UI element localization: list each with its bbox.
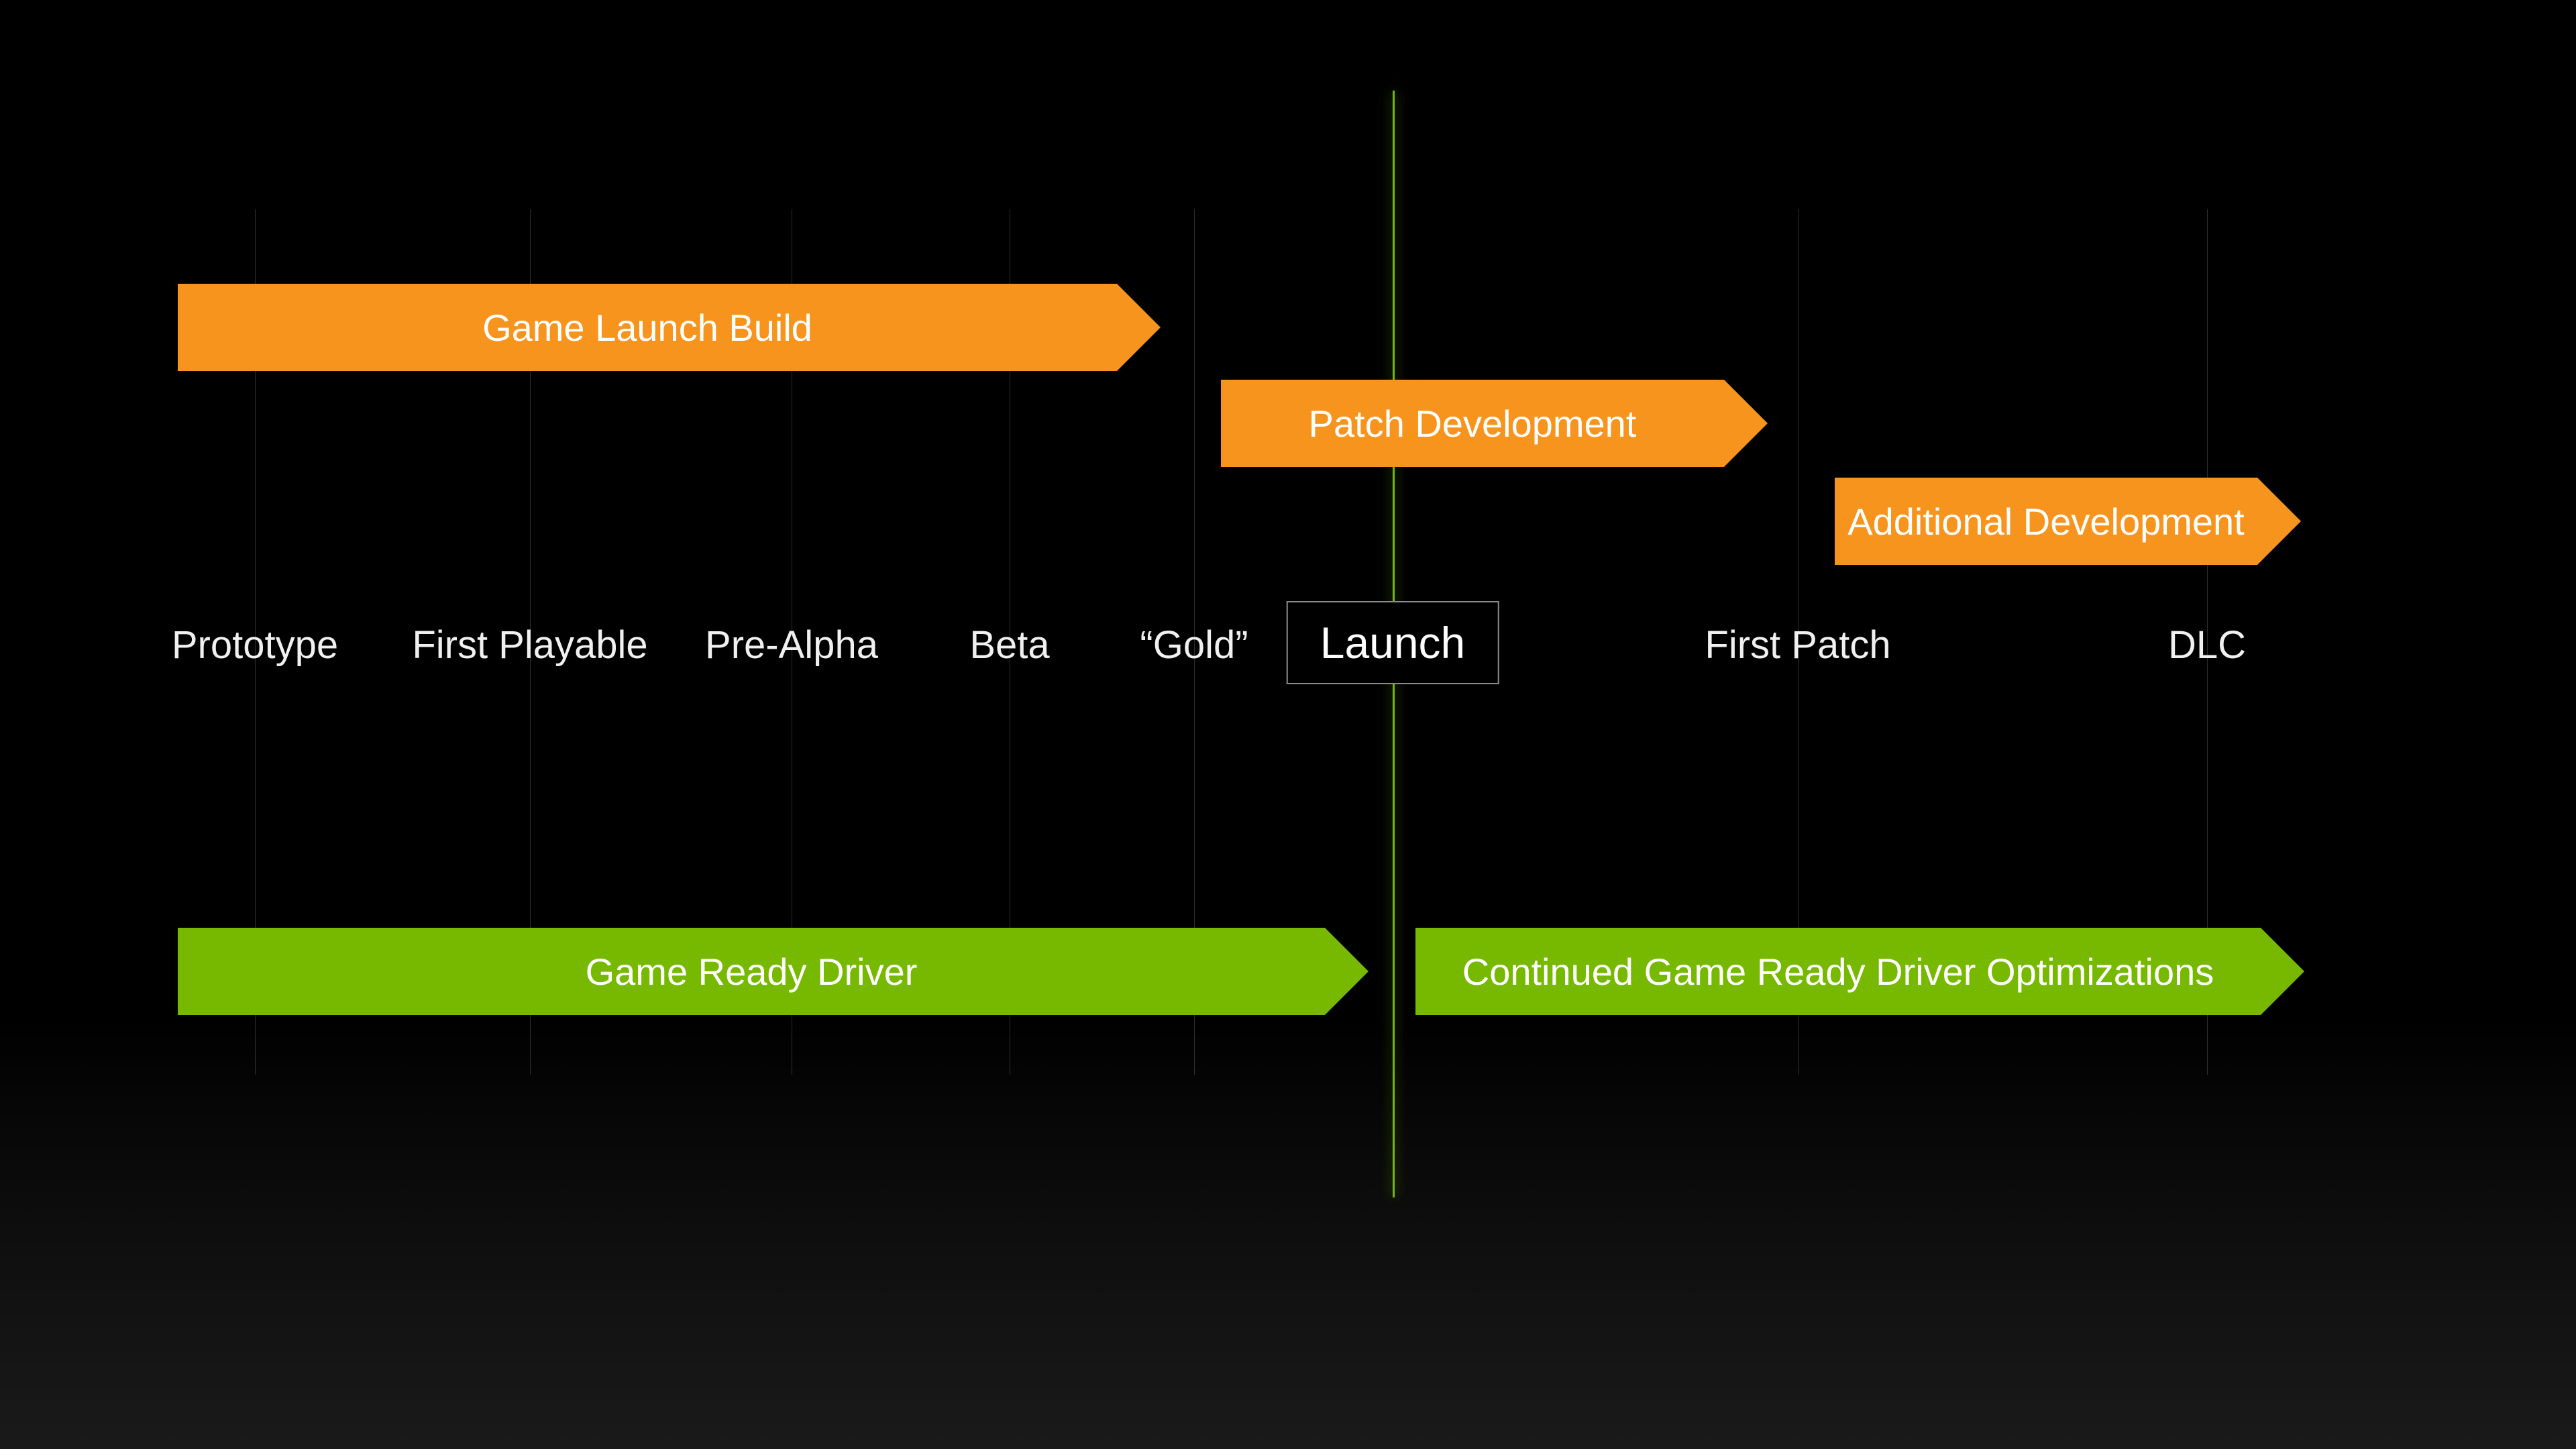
timeline-diagram: Game Launch Build Patch Development Addi… — [0, 0, 2576, 1449]
bar-label: Continued Game Ready Driver Optimization… — [1462, 950, 2214, 994]
bar-label: Game Ready Driver — [586, 950, 918, 994]
milestone-gold: “Gold” — [1140, 623, 1248, 667]
bar-additional-development: Additional Development — [1835, 478, 2257, 565]
milestone-prototype: Prototype — [172, 623, 338, 667]
bar-patch-development: Patch Development — [1221, 380, 1724, 467]
bar-label: Patch Development — [1309, 402, 1637, 445]
milestone-beta: Beta — [969, 623, 1049, 667]
bar-label: Game Launch Build — [482, 306, 812, 350]
bar-label: Additional Development — [1847, 500, 2244, 543]
bar-game-ready-driver: Game Ready Driver — [178, 928, 1325, 1015]
milestone-launch: Launch — [1287, 601, 1499, 684]
milestone-pre-alpha: Pre-Alpha — [705, 623, 878, 667]
milestone-first-patch: First Patch — [1705, 623, 1890, 667]
bar-game-launch-build: Game Launch Build — [178, 284, 1117, 371]
milestone-first-playable: First Playable — [412, 623, 647, 667]
bar-continued-optimizations: Continued Game Ready Driver Optimization… — [1415, 928, 2261, 1015]
milestone-dlc: DLC — [2168, 623, 2246, 667]
